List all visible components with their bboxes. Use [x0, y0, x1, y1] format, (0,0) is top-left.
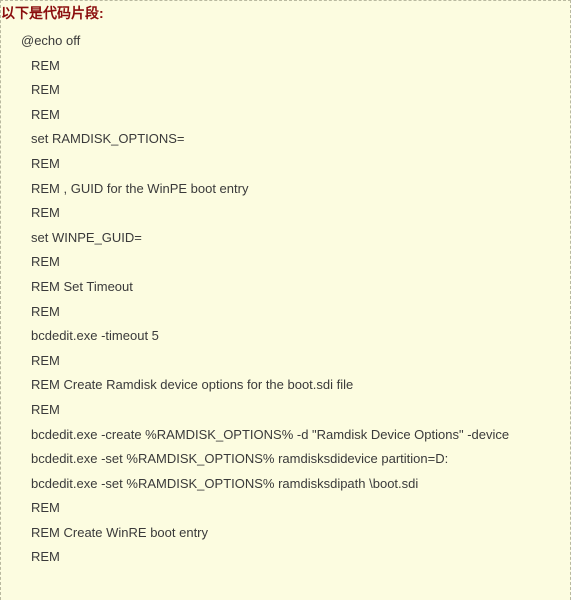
code-line: bcdedit.exe -timeout 5 [31, 328, 159, 344]
code-line: REM Create WinRE boot entry [31, 524, 209, 540]
code-line: REM Set Timeout [31, 278, 133, 294]
code-snippet-container: 以下是代码片段: @echo off REM REM REM set RAMDISK_O… [0, 0, 571, 600]
code-line-list: @echo off REM REM REM set RAMDISK_OPTIONS= RE… [1, 29, 570, 570]
code-line: REM [31, 549, 60, 565]
snippet-heading: 以下是代码片段: [1, 5, 104, 21]
code-line: set RAMDISK_OPTIONS= [31, 131, 185, 147]
code-line: REM [31, 205, 60, 221]
code-line: REM [31, 254, 60, 270]
code-line: bcdedit.exe -create %RAMDISK_OPTIONS% -d… [31, 426, 510, 442]
code-line: REM [31, 401, 60, 417]
code-line: REM Create Ramdisk device options for th… [31, 377, 354, 393]
code-line: bcdedit.exe -set %RAMDISK_OPTIONS% ramdi… [31, 451, 449, 467]
code-line: REM [31, 352, 60, 368]
code-line: set WINPE_GUID= [31, 229, 142, 245]
code-line: REM [31, 57, 60, 73]
code-line: REM , GUID for the WinPE boot entry [31, 180, 249, 196]
code-line: REM [31, 155, 60, 171]
code-line: REM [31, 500, 60, 516]
code-line: bcdedit.exe -set %RAMDISK_OPTIONS% ramdi… [31, 475, 419, 491]
code-line: REM [31, 303, 60, 319]
code-line: REM [31, 82, 60, 98]
code-line: @echo off [21, 33, 81, 48]
code-line: REM [31, 106, 60, 122]
